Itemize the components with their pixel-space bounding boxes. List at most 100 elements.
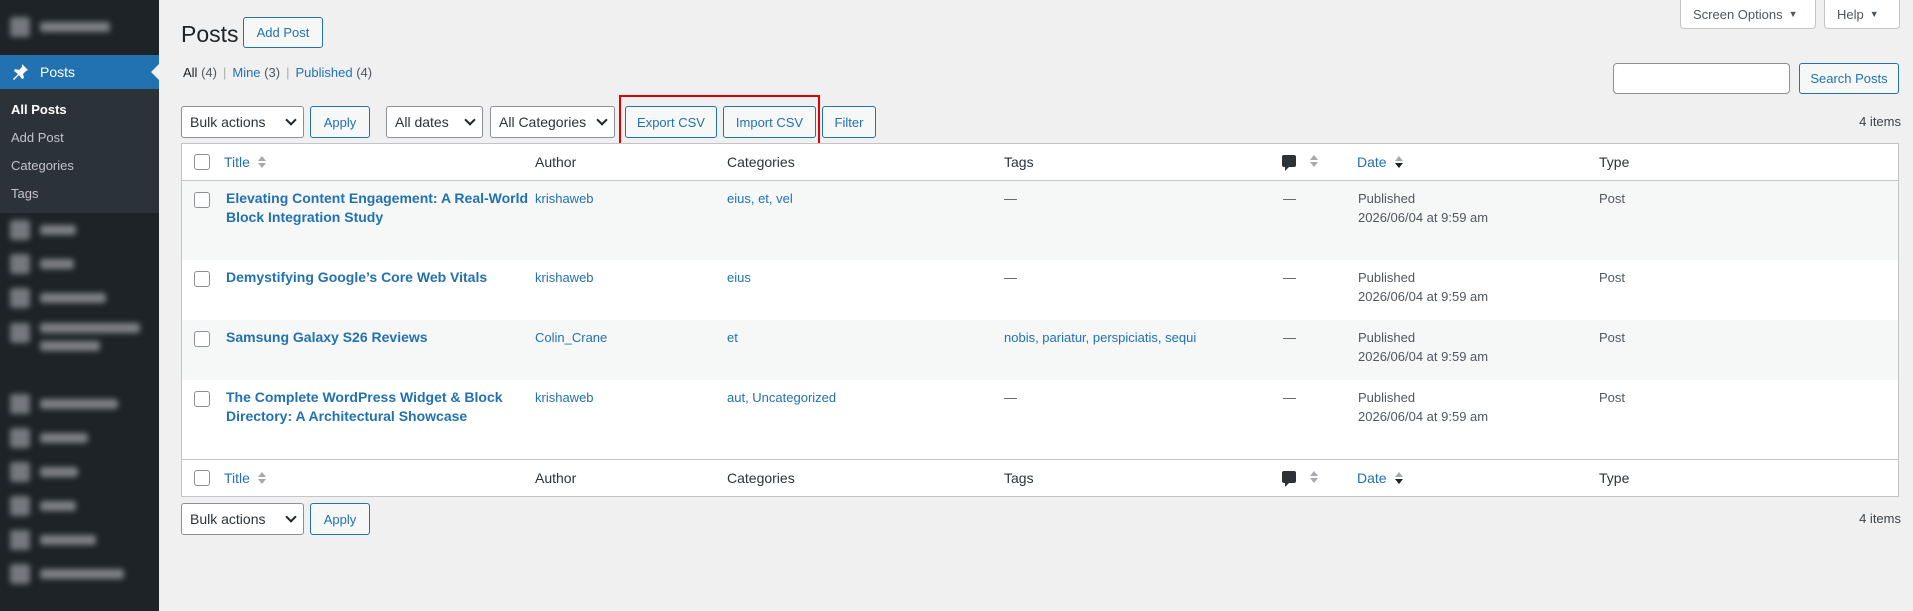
column-type-footer: Type — [1599, 470, 1630, 486]
sort-desc-icon — [1394, 156, 1403, 168]
screen-options-button[interactable]: Screen Options ▼ — [1680, 0, 1816, 29]
column-title-sort[interactable]: Title — [224, 154, 266, 170]
post-title-link[interactable]: The Complete WordPress Widget & Block Di… — [226, 388, 503, 426]
sidebar-item-users[interactable] — [0, 455, 159, 489]
view-published[interactable]: Published (4) — [295, 65, 372, 80]
row-checkbox[interactable] — [194, 391, 210, 407]
sidebar-item-media[interactable] — [0, 213, 159, 247]
filter-button[interactable]: Filter — [822, 106, 876, 138]
sidebar-item-dashboard[interactable] — [0, 10, 159, 44]
categories-filter-select[interactable]: All Categories — [490, 106, 615, 138]
sidebar-item-posts[interactable]: Posts — [0, 55, 159, 89]
view-published-label: Published — [295, 65, 353, 80]
column-date-sort[interactable]: Date — [1357, 154, 1403, 170]
column-date-label: Date — [1357, 470, 1387, 486]
select-all-checkbox-footer[interactable] — [194, 470, 210, 486]
sort-icon — [1310, 155, 1318, 167]
sidebar-item-plugin[interactable] — [0, 315, 159, 375]
admin-sidebar: Posts All Posts Add Post Categories Tags — [0, 0, 159, 611]
column-comments-sort[interactable] — [1282, 155, 1318, 171]
column-title-sort-footer[interactable]: Title — [224, 470, 266, 486]
sidebar-item-label — [40, 341, 100, 351]
row-checkbox[interactable] — [194, 192, 210, 208]
author-link[interactable]: krishaweb — [535, 189, 594, 208]
post-title-line: Block Integration Study — [226, 209, 384, 225]
bulk-actions-value: Bulk actions — [190, 511, 266, 527]
post-title-line: The Complete WordPress Widget & Block — [226, 389, 503, 405]
categories-links[interactable]: aut, Uncategorized — [727, 388, 836, 407]
post-title-link[interactable]: Samsung Galaxy S26 Reviews — [226, 328, 428, 347]
bulk-actions-value: Bulk actions — [190, 114, 266, 130]
sidebar-item-appearance[interactable] — [0, 387, 159, 421]
sidebar-item-settings[interactable] — [0, 523, 159, 557]
date-value: Published 2026/06/04 at 9:59 am — [1358, 328, 1488, 366]
post-title-line: Directory: A Architectural Showcase — [226, 408, 468, 424]
row-checkbox[interactable] — [194, 331, 210, 347]
column-title-label: Title — [224, 154, 250, 170]
categories-links[interactable]: et — [727, 328, 738, 347]
categories-links[interactable]: eius — [727, 268, 751, 287]
help-button[interactable]: Help ▼ — [1824, 0, 1900, 29]
author-link[interactable]: krishaweb — [535, 268, 594, 287]
chevron-down-icon — [285, 511, 297, 523]
view-mine-count: (3) — [264, 65, 281, 80]
export-csv-button[interactable]: Export CSV — [625, 106, 717, 138]
sidebar-item-label — [40, 535, 96, 545]
help-label: Help — [1837, 6, 1864, 22]
import-csv-button[interactable]: Import CSV — [723, 106, 816, 138]
posts-submenu: All Posts Add Post Categories Tags — [0, 89, 159, 213]
tags-value: — — [1004, 270, 1017, 285]
date-value: Published 2026/06/04 at 9:59 am — [1358, 388, 1488, 426]
submenu-tags[interactable]: Tags — [0, 180, 159, 208]
type-value: Post — [1599, 270, 1626, 285]
select-all-checkbox[interactable] — [194, 154, 210, 170]
view-separator: | — [286, 65, 290, 80]
sidebar-item-tools[interactable] — [0, 489, 159, 523]
sidebar-blurred-lower — [0, 213, 159, 591]
search-posts-button[interactable]: Search Posts — [1799, 63, 1899, 94]
apply-button[interactable]: Apply — [310, 106, 370, 138]
date-value: Published 2026/06/04 at 9:59 am — [1358, 268, 1488, 306]
submenu-add-post[interactable]: Add Post — [0, 124, 159, 152]
bulk-actions-select-bottom[interactable]: Bulk actions — [181, 503, 304, 535]
tags-value: — — [1004, 390, 1017, 405]
posts-table: Title Author Categories Tags Date Type E… — [181, 143, 1899, 497]
sidebar-separator — [0, 375, 159, 387]
author-link[interactable]: Colin_Crane — [535, 328, 607, 347]
author-link[interactable]: krishaweb — [535, 388, 594, 407]
sidebar-item-plugins[interactable] — [0, 421, 159, 455]
submenu-all-posts[interactable]: All Posts — [0, 96, 159, 124]
appearance-icon — [10, 394, 30, 414]
comment-bubble-icon — [1282, 471, 1296, 487]
sidebar-blurred-top — [0, 10, 159, 44]
post-date: 2026/06/04 at 9:59 am — [1358, 210, 1489, 225]
dates-filter-select[interactable]: All dates — [386, 106, 483, 138]
column-categories-footer: Categories — [727, 470, 795, 486]
sidebar-item-label — [40, 22, 110, 32]
sort-icon — [257, 472, 266, 484]
media-icon — [10, 220, 30, 240]
column-comments-sort-footer[interactable] — [1282, 471, 1318, 487]
column-tags-footer: Tags — [1004, 470, 1034, 486]
sidebar-item-label — [40, 569, 124, 579]
column-date-sort-footer[interactable]: Date — [1357, 470, 1403, 486]
post-title-link[interactable]: Elevating Content Engagement: A Real-Wor… — [226, 189, 528, 227]
page-title: Posts — [181, 21, 239, 47]
sidebar-item-pages[interactable] — [0, 247, 159, 281]
search-input[interactable] — [1613, 63, 1790, 94]
view-all[interactable]: All (4) — [183, 65, 217, 80]
row-checkbox[interactable] — [194, 271, 210, 287]
caret-down-icon: ▼ — [1869, 9, 1879, 19]
items-count: 4 items — [1859, 114, 1901, 129]
view-mine[interactable]: Mine (3) — [232, 65, 280, 80]
table-footer: Title Author Categories Tags Date Type — [182, 459, 1898, 496]
sidebar-item-comments[interactable] — [0, 281, 159, 315]
categories-links[interactable]: eius, et, vel — [727, 189, 793, 208]
tags-links[interactable]: nobis, pariatur, perspiciatis, sequi — [1004, 328, 1196, 347]
apply-button-bottom[interactable]: Apply — [310, 503, 370, 535]
submenu-categories[interactable]: Categories — [0, 152, 159, 180]
sidebar-item-collapse[interactable] — [0, 557, 159, 591]
add-post-button[interactable]: Add Post — [243, 17, 323, 48]
bulk-actions-select[interactable]: Bulk actions — [181, 106, 304, 138]
post-title-link[interactable]: Demystifying Google’s Core Web Vitals — [226, 268, 487, 287]
